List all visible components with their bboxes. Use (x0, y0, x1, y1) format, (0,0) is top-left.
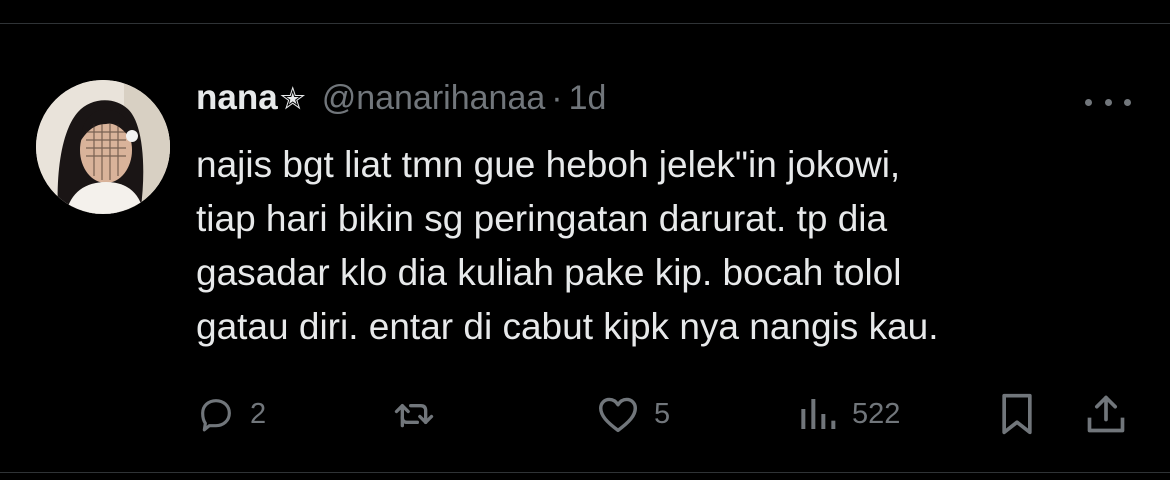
avatar-photo (36, 80, 170, 214)
tweet-timestamp[interactable]: 1d (569, 79, 607, 118)
share-icon (1087, 395, 1125, 433)
star-icon: ✭ (279, 81, 306, 116)
tweet-text-line: gasadar klo dia kuliah pake kip. bocah t… (196, 252, 902, 293)
reply-icon (201, 399, 231, 432)
author-display-name[interactable]: nana (196, 78, 278, 118)
separator-dot: · (551, 79, 563, 117)
repost-icon (394, 404, 434, 428)
tweet-text-line: gatau diri. entar di cabut kipk nya nang… (196, 306, 939, 347)
tweet-header: nana ✭ @nanarihanaa · 1d (196, 78, 606, 128)
like-button[interactable]: 5 (596, 392, 670, 436)
share-button[interactable] (1084, 392, 1128, 436)
view-count: 522 (852, 397, 901, 430)
views-button[interactable]: 522 (798, 392, 900, 436)
avatar[interactable] (36, 80, 170, 214)
more-button[interactable] (1085, 92, 1131, 112)
views-icon (801, 399, 836, 429)
author-handle[interactable]: @nanarihanaa (322, 79, 546, 118)
bottom-divider (0, 472, 1170, 473)
tweet-text-line: najis bgt liat tmn gue heboh jelek"in jo… (196, 144, 901, 185)
heart-icon (598, 397, 637, 433)
bookmark-icon (1002, 393, 1032, 435)
more-icon-dot (1124, 98, 1131, 106)
repost-button[interactable] (392, 392, 450, 436)
like-count: 5 (654, 397, 671, 430)
top-divider (0, 23, 1170, 24)
tweet-text-line: tiap hari bikin sg peringatan darurat. t… (196, 198, 888, 239)
more-icon-dot (1104, 98, 1112, 106)
bookmark-button[interactable] (998, 392, 1036, 436)
reply-button[interactable]: 2 (196, 392, 266, 436)
reply-count: 2 (250, 397, 267, 430)
tweet-text: najis bgt liat tmn gue heboh jelek"in jo… (196, 138, 1136, 354)
more-icon-dot (1085, 98, 1092, 106)
